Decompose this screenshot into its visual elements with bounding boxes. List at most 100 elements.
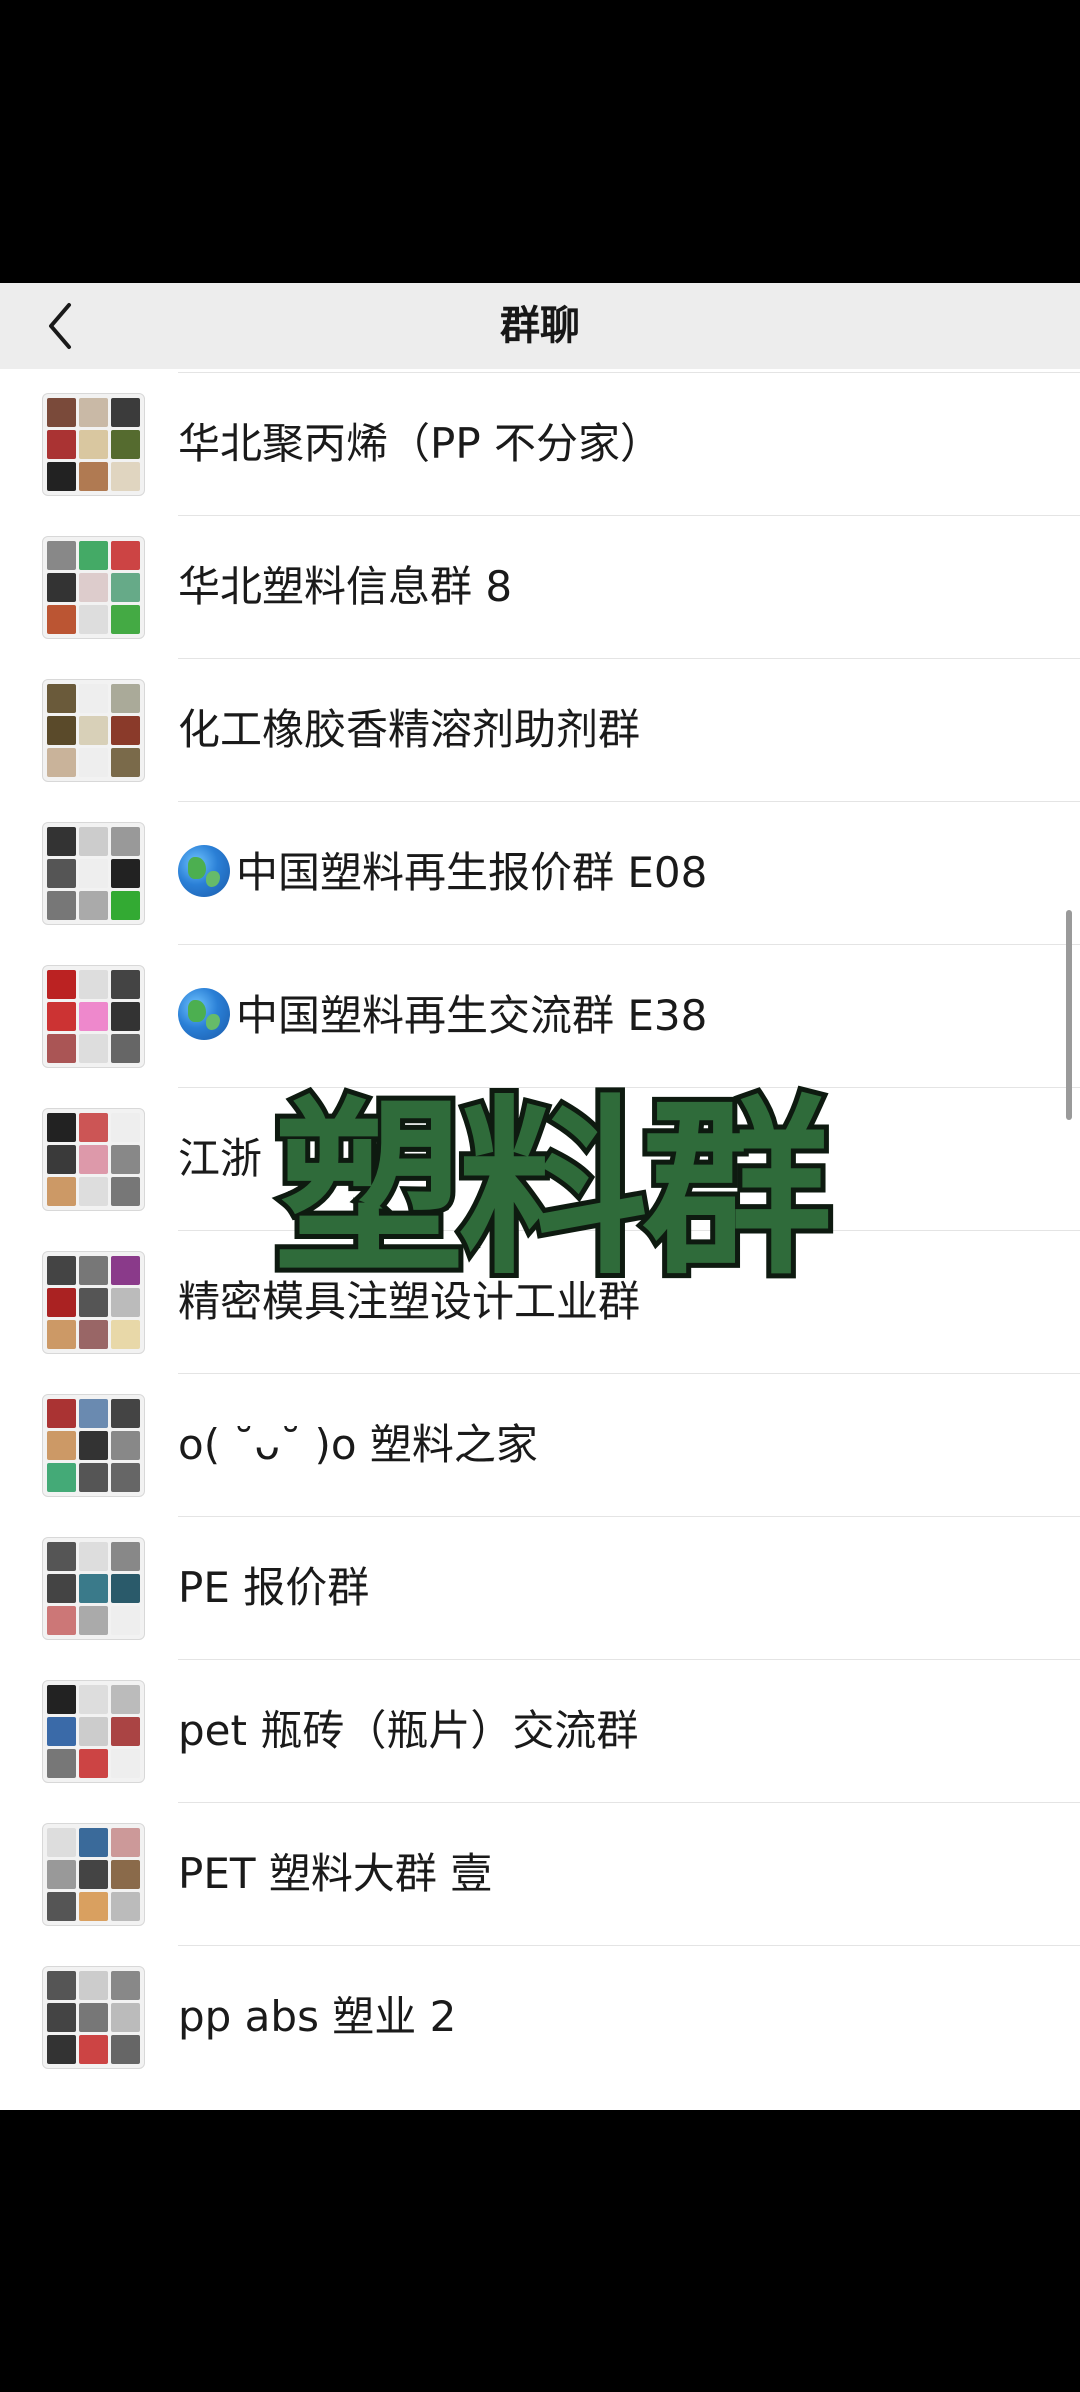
member-avatar-tile <box>111 541 140 570</box>
member-avatar-tile <box>79 1399 108 1428</box>
member-avatar-tile <box>79 970 108 999</box>
member-avatar-tile <box>79 716 108 745</box>
list-item[interactable]: PE 报价群 <box>0 1516 1080 1659</box>
list-item[interactable]: 中国塑料再生交流群 E38 <box>0 944 1080 1087</box>
member-avatar-tile <box>47 1256 76 1285</box>
member-avatar-tile <box>79 605 108 634</box>
group-name-text: pet 瓶砖（瓶片）交流群 <box>178 1706 639 1755</box>
globe-icon <box>178 988 230 1040</box>
member-avatar-tile <box>47 684 76 713</box>
member-avatar-tile <box>111 859 140 888</box>
member-avatar-tile <box>79 1145 108 1174</box>
member-avatar-tile <box>111 1542 140 1571</box>
group-name-text: PET 塑料大群 壹 <box>178 1849 493 1898</box>
member-avatar-tile <box>47 1749 76 1778</box>
member-avatar-tile <box>47 1288 76 1317</box>
member-avatar-tile <box>111 1320 140 1349</box>
list-item[interactable]: 中国塑料再生报价群 E08 <box>0 801 1080 944</box>
member-avatar-tile <box>79 684 108 713</box>
member-avatar-tile <box>79 1685 108 1714</box>
group-name-text: 中国塑料再生交流群 E38 <box>236 991 708 1040</box>
member-avatar-tile <box>47 1113 76 1142</box>
scrollbar[interactable] <box>1066 910 1072 1120</box>
group-avatar <box>42 679 145 782</box>
group-avatar <box>42 1966 145 2069</box>
globe-icon <box>178 845 230 897</box>
member-avatar-tile <box>79 1288 108 1317</box>
member-avatar-tile <box>47 1320 76 1349</box>
group-name: 化工橡胶香精溶剂助剂群 <box>178 658 640 801</box>
member-avatar-tile <box>111 573 140 602</box>
member-avatar-tile <box>47 748 76 777</box>
top-letterbox <box>0 0 1080 283</box>
member-avatar-tile <box>47 891 76 920</box>
member-avatar-tile <box>79 541 108 570</box>
list-item[interactable]: 化工橡胶香精溶剂助剂群 <box>0 658 1080 801</box>
member-avatar-tile <box>47 1717 76 1746</box>
member-avatar-tile <box>111 1749 140 1778</box>
group-name: 江浙 <box>178 1087 262 1230</box>
list-item[interactable]: o( ˘ᴗ˘ )o 塑料之家 <box>0 1373 1080 1516</box>
list-item[interactable]: 华北塑料信息群 8 <box>0 515 1080 658</box>
group-avatar <box>42 1823 145 1926</box>
page-title: 群聊 <box>500 303 580 349</box>
member-avatar-tile <box>47 541 76 570</box>
member-avatar-tile <box>47 1542 76 1571</box>
group-name-text: 华北聚丙烯（PP 不分家） <box>178 419 663 468</box>
member-avatar-tile <box>79 1034 108 1063</box>
group-name: 中国塑料再生交流群 E38 <box>178 944 707 1087</box>
group-name: 华北塑料信息群 8 <box>178 515 512 658</box>
group-avatar <box>42 1251 145 1354</box>
member-avatar-tile <box>111 1002 140 1031</box>
member-avatar-tile <box>79 1320 108 1349</box>
member-avatar-tile <box>47 1034 76 1063</box>
member-avatar-tile <box>111 462 140 491</box>
group-avatar <box>42 536 145 639</box>
list-item[interactable]: PET 塑料大群 壹 <box>0 1802 1080 1945</box>
member-avatar-tile <box>47 1685 76 1714</box>
member-avatar-tile <box>47 1399 76 1428</box>
member-avatar-tile <box>47 1145 76 1174</box>
member-avatar-tile <box>79 891 108 920</box>
member-avatar-tile <box>79 573 108 602</box>
group-name-text: 中国塑料再生报价群 E08 <box>236 848 708 897</box>
member-avatar-tile <box>47 1606 76 1635</box>
member-avatar-tile <box>79 1113 108 1142</box>
member-avatar-tile <box>79 398 108 427</box>
member-avatar-tile <box>111 430 140 459</box>
group-name: o( ˘ᴗ˘ )o 塑料之家 <box>178 1373 538 1516</box>
group-name: PE 报价群 <box>178 1516 369 1659</box>
member-avatar-tile <box>47 2035 76 2064</box>
member-avatar-tile <box>79 1860 108 1889</box>
member-avatar-tile <box>47 716 76 745</box>
group-name-text: o( ˘ᴗ˘ )o 塑料之家 <box>178 1420 538 1469</box>
member-avatar-tile <box>111 1113 140 1142</box>
member-avatar-tile <box>79 1971 108 2000</box>
member-avatar-tile <box>79 827 108 856</box>
group-name: pp abs 塑业 2 <box>178 1945 456 2088</box>
member-avatar-tile <box>111 1860 140 1889</box>
member-avatar-tile <box>79 1002 108 1031</box>
group-avatar <box>42 1680 145 1783</box>
member-avatar-tile <box>111 1685 140 1714</box>
member-avatar-tile <box>111 970 140 999</box>
member-avatar-tile <box>111 1828 140 1857</box>
member-avatar-tile <box>111 684 140 713</box>
member-avatar-tile <box>111 2035 140 2064</box>
group-avatar <box>42 393 145 496</box>
member-avatar-tile <box>111 891 140 920</box>
group-avatar <box>42 1537 145 1640</box>
group-avatar <box>42 965 145 1068</box>
member-avatar-tile <box>47 1002 76 1031</box>
group-name: 华北聚丙烯（PP 不分家） <box>178 372 662 515</box>
member-avatar-tile <box>111 1574 140 1603</box>
list-item[interactable]: pet 瓶砖（瓶片）交流群 <box>0 1659 1080 1802</box>
group-name-text: 华北塑料信息群 8 <box>178 562 513 611</box>
member-avatar-tile <box>111 1256 140 1285</box>
list-item[interactable]: pp abs 塑业 2 <box>0 1945 1080 2088</box>
member-avatar-tile <box>79 430 108 459</box>
member-avatar-tile <box>79 1256 108 1285</box>
group-name-text: 化工橡胶香精溶剂助剂群 <box>178 705 641 754</box>
list-item[interactable]: 华北聚丙烯（PP 不分家） <box>0 372 1080 515</box>
member-avatar-tile <box>79 1177 108 1206</box>
